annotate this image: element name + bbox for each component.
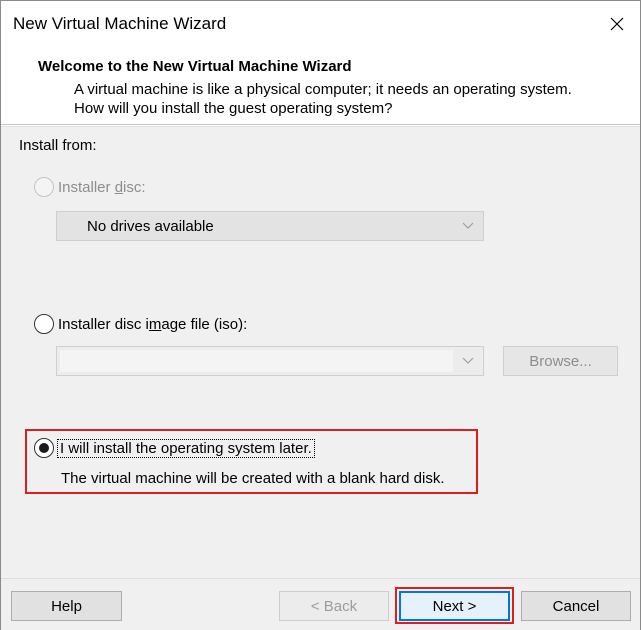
back-button[interactable]: < Back [279, 591, 389, 621]
wizard-footer: Help < Back Next > Cancel [1, 578, 640, 630]
install-later-description: The virtual machine will be created with… [61, 470, 445, 487]
browse-button[interactable]: Browse... [503, 346, 618, 376]
installer-disc-label: Installer disc: [58, 178, 146, 196]
chevron-down-icon [462, 222, 474, 229]
install-later-radio[interactable] [34, 438, 54, 458]
wizard-window: New Virtual Machine Wizard Welcome to th… [0, 0, 641, 630]
iso-option[interactable]: Installer disc image file (iso): [34, 314, 247, 334]
installer-disc-radio[interactable] [34, 177, 54, 197]
install-from-label: Install from: [19, 137, 97, 154]
iso-label: Installer disc image file (iso): [58, 315, 248, 333]
help-button[interactable]: Help [11, 591, 122, 621]
window-title: New Virtual Machine Wizard [13, 14, 227, 33]
disc-dropdown[interactable]: No drives available [56, 211, 484, 241]
title-bar: New Virtual Machine Wizard [1, 1, 640, 49]
disc-dropdown-value: No drives available [87, 218, 214, 235]
chevron-down-icon [462, 357, 474, 364]
iso-radio[interactable] [34, 314, 54, 334]
install-later-option[interactable]: I will install the operating system late… [34, 438, 315, 458]
wizard-header: Welcome to the New Virtual Machine Wizar… [1, 49, 640, 125]
iso-path-input[interactable] [60, 350, 453, 372]
cancel-button[interactable]: Cancel [521, 591, 631, 621]
header-title: Welcome to the New Virtual Machine Wizar… [38, 58, 352, 75]
close-button[interactable] [594, 1, 640, 47]
close-icon [610, 17, 624, 31]
next-button-highlight [395, 587, 514, 624]
header-description: A virtual machine is like a physical com… [74, 81, 572, 117]
wizard-body: Install from: Installer disc: No drives … [1, 126, 640, 578]
install-later-label: I will install the operating system late… [57, 438, 315, 458]
iso-path-combobox[interactable] [56, 346, 484, 376]
installer-disc-option[interactable]: Installer disc: [34, 177, 146, 197]
